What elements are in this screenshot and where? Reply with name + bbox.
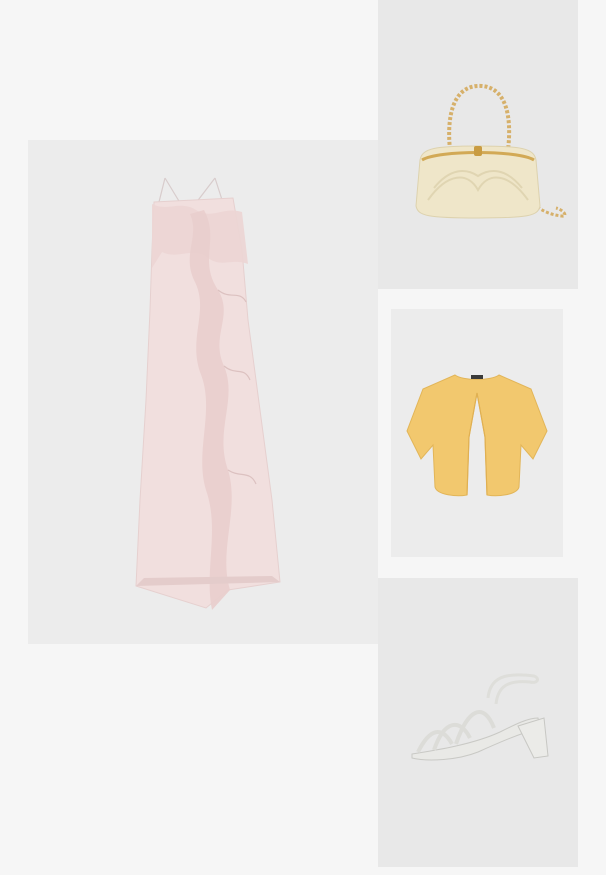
cardigan-product-panel[interactable] bbox=[378, 289, 578, 578]
strappy-block-heel-sandal-image bbox=[411, 673, 549, 761]
ruffle-slip-dress-image bbox=[135, 177, 281, 610]
sandal-product-image[interactable] bbox=[378, 578, 578, 867]
handbag-product-image[interactable] bbox=[378, 0, 578, 289]
cardigan-product-image bbox=[391, 309, 563, 557]
short-sleeve-cardigan-image bbox=[406, 374, 548, 497]
label-tag bbox=[471, 375, 483, 379]
pearl-clutch-bag-image bbox=[415, 83, 567, 219]
dress-product-image[interactable] bbox=[28, 140, 378, 644]
